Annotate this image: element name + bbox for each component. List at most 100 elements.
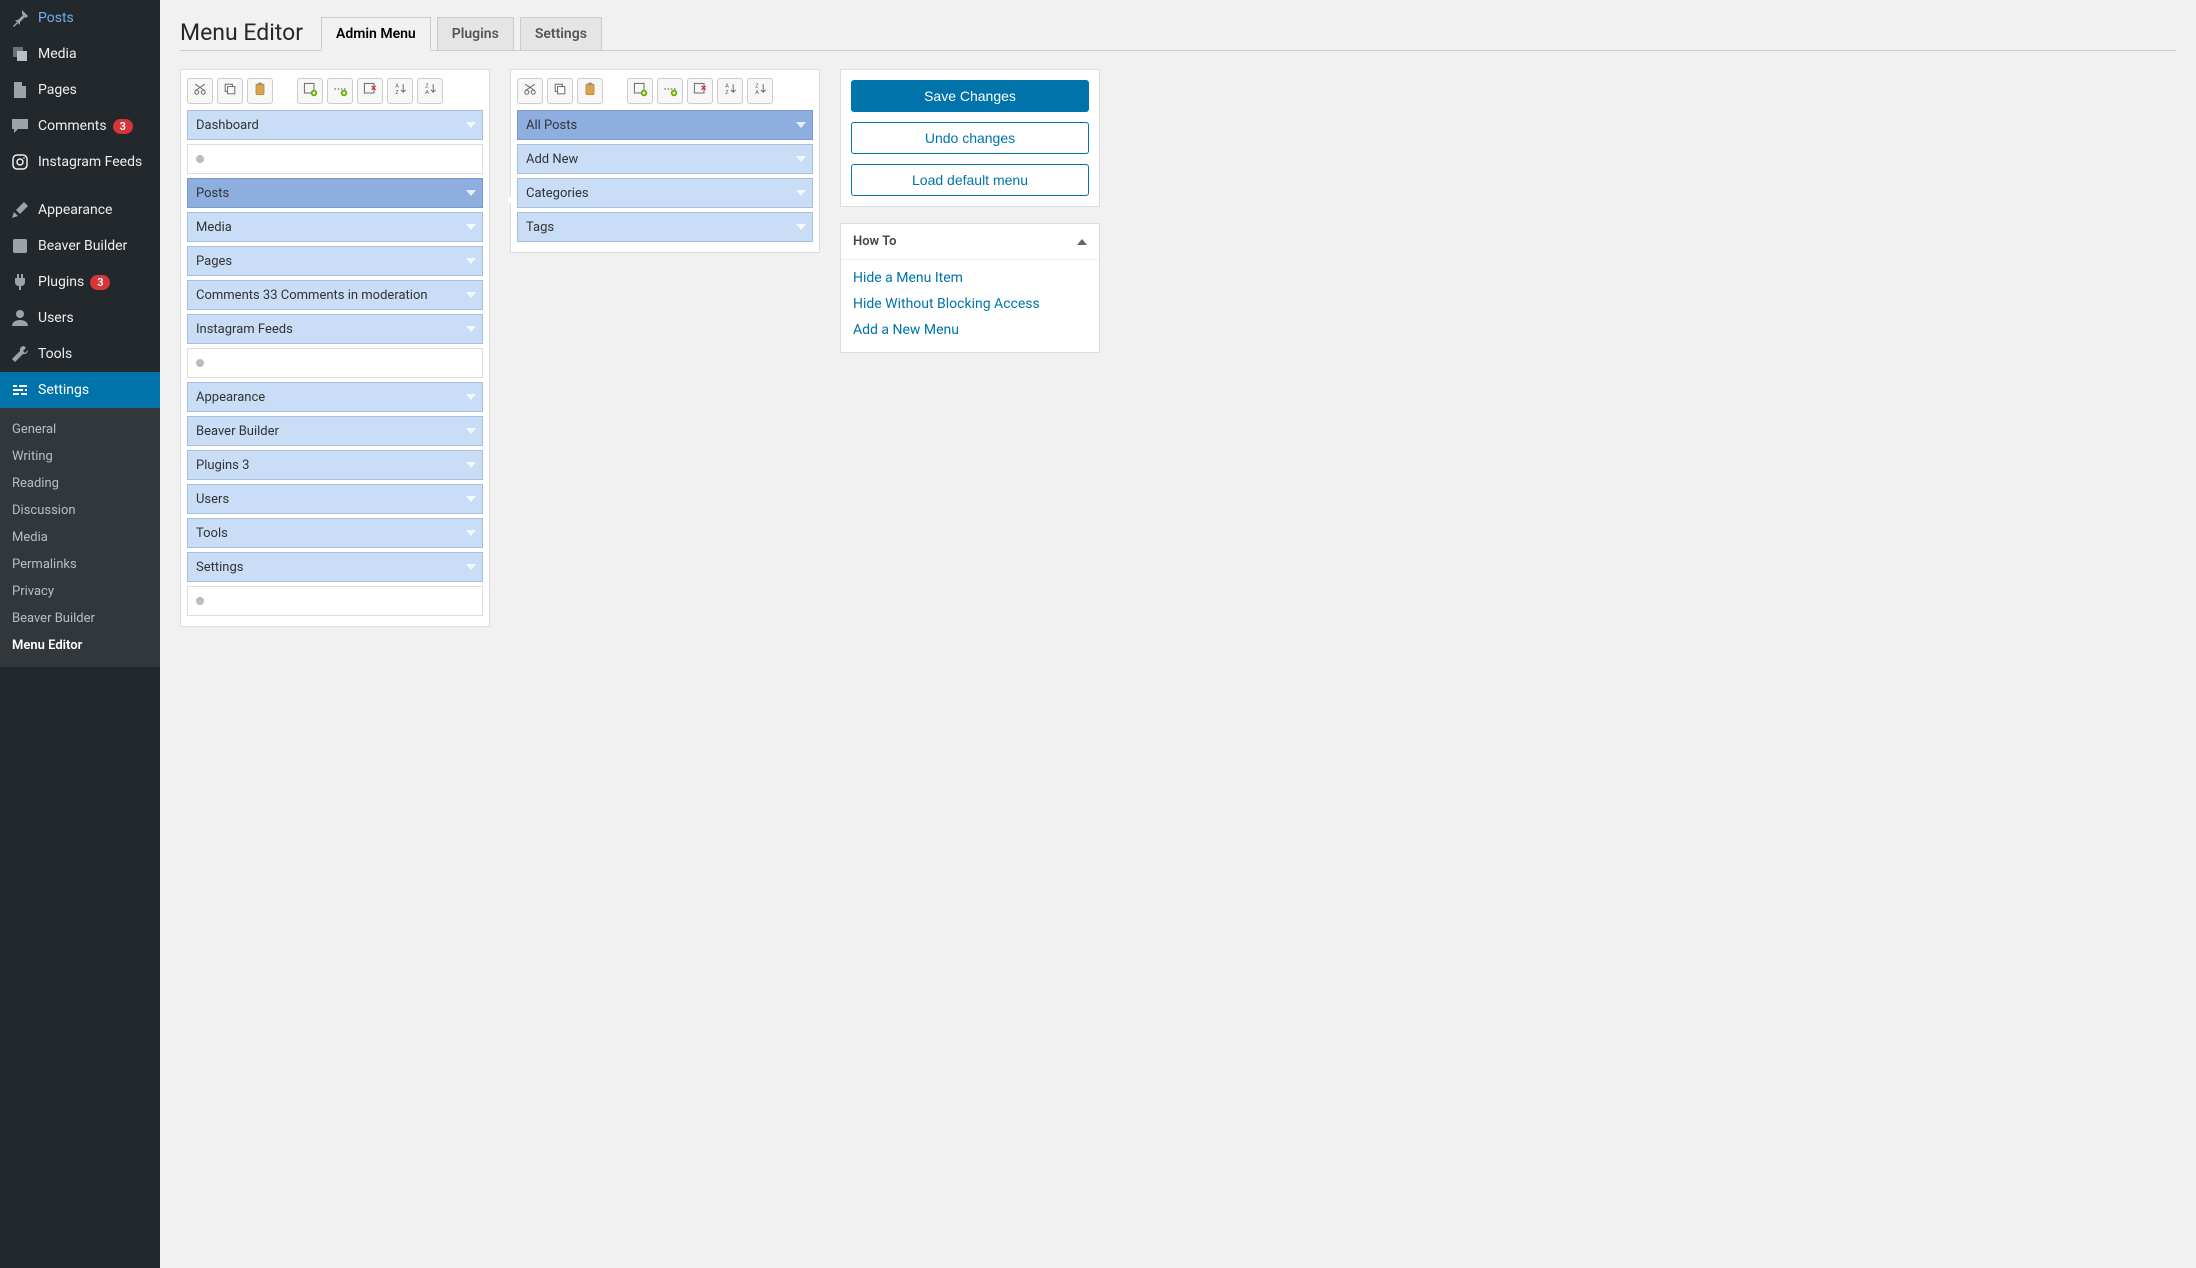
sidebar-item-label: Users bbox=[38, 310, 74, 326]
expand-icon[interactable] bbox=[466, 190, 476, 196]
cut-button[interactable] bbox=[517, 78, 543, 104]
menu-item-row[interactable]: All Posts bbox=[517, 110, 813, 140]
undo-changes-button[interactable]: Undo changes bbox=[851, 122, 1089, 154]
delete-button[interactable] bbox=[357, 78, 383, 104]
load-default-menu-button[interactable]: Load default menu bbox=[851, 164, 1089, 196]
menu-separator[interactable] bbox=[187, 586, 483, 616]
menu-item-label: Media bbox=[196, 220, 232, 235]
sort-za-icon: ZA bbox=[752, 81, 768, 101]
copy-button[interactable] bbox=[217, 78, 243, 104]
new-separator-button[interactable] bbox=[327, 78, 353, 104]
expand-icon[interactable] bbox=[466, 564, 476, 570]
menu-item-row[interactable]: Categories bbox=[517, 178, 813, 208]
expand-icon[interactable] bbox=[466, 462, 476, 468]
menu-item-label: Beaver Builder bbox=[196, 424, 279, 439]
sort-az-icon: AZ bbox=[392, 81, 408, 101]
submenu-item-media[interactable]: Media bbox=[0, 524, 160, 551]
menu-item-row[interactable]: Appearance bbox=[187, 382, 483, 412]
pin-icon bbox=[10, 8, 30, 28]
menu-item-label: Add New bbox=[526, 152, 578, 167]
menu-item-label: Users bbox=[196, 492, 229, 507]
paste-button[interactable] bbox=[247, 78, 273, 104]
expand-icon[interactable] bbox=[466, 122, 476, 128]
expand-icon[interactable] bbox=[466, 258, 476, 264]
menu-item-label: Settings bbox=[196, 560, 243, 575]
sidebar-item-posts[interactable]: Posts bbox=[0, 0, 160, 36]
sidebar-item-instagram-feeds[interactable]: Instagram Feeds bbox=[0, 144, 160, 180]
new-separator-icon bbox=[332, 81, 348, 101]
sidebar-item-pages[interactable]: Pages bbox=[0, 72, 160, 108]
expand-icon[interactable] bbox=[466, 326, 476, 332]
tab-settings[interactable]: Settings bbox=[520, 17, 602, 51]
save-changes-button[interactable]: Save Changes bbox=[851, 80, 1089, 112]
tab-plugins[interactable]: Plugins bbox=[437, 17, 514, 51]
menu-item-row[interactable]: Plugins 3 bbox=[187, 450, 483, 480]
paste-icon bbox=[252, 81, 268, 101]
submenu-item-general[interactable]: General bbox=[0, 416, 160, 443]
pages-icon bbox=[10, 80, 30, 100]
new-separator-button[interactable] bbox=[657, 78, 683, 104]
sidebar-item-tools[interactable]: Tools bbox=[0, 336, 160, 372]
actions-box: Save Changes Undo changes Load default m… bbox=[840, 69, 1100, 207]
sidebar-item-settings[interactable]: Settings bbox=[0, 372, 160, 408]
expand-icon[interactable] bbox=[796, 190, 806, 196]
sidebar-item-users[interactable]: Users bbox=[0, 300, 160, 336]
submenu-item-privacy[interactable]: Privacy bbox=[0, 578, 160, 605]
new-menu-button[interactable] bbox=[297, 78, 323, 104]
copy-button[interactable] bbox=[547, 78, 573, 104]
submenu-item-beaver-builder[interactable]: Beaver Builder bbox=[0, 605, 160, 632]
expand-icon[interactable] bbox=[466, 428, 476, 434]
sidebar-item-appearance[interactable]: Appearance bbox=[0, 192, 160, 228]
sidebar-item-media[interactable]: Media bbox=[0, 36, 160, 72]
sidebar-item-plugins[interactable]: Plugins3 bbox=[0, 264, 160, 300]
svg-text:A: A bbox=[725, 83, 729, 89]
expand-icon[interactable] bbox=[796, 224, 806, 230]
expand-icon[interactable] bbox=[796, 156, 806, 162]
expand-icon[interactable] bbox=[466, 224, 476, 230]
submenu-item-permalinks[interactable]: Permalinks bbox=[0, 551, 160, 578]
sidebar-item-label: Tools bbox=[38, 346, 72, 362]
menu-item-row[interactable]: Tools bbox=[187, 518, 483, 548]
delete-button[interactable] bbox=[687, 78, 713, 104]
expand-icon[interactable] bbox=[796, 122, 806, 128]
sidebar-item-comments[interactable]: Comments3 bbox=[0, 108, 160, 144]
menu-item-row[interactable]: Media bbox=[187, 212, 483, 242]
menu-item-row[interactable]: Pages bbox=[187, 246, 483, 276]
sort-az-button[interactable]: AZ bbox=[717, 78, 743, 104]
menu-item-row[interactable]: Instagram Feeds bbox=[187, 314, 483, 344]
sort-az-button[interactable]: AZ bbox=[387, 78, 413, 104]
cut-button[interactable] bbox=[187, 78, 213, 104]
how-to-link[interactable]: Hide Without Blocking Access bbox=[853, 296, 1087, 312]
copy-icon bbox=[222, 81, 238, 101]
how-to-link[interactable]: Add a New Menu bbox=[853, 322, 1087, 338]
new-menu-button[interactable] bbox=[627, 78, 653, 104]
menu-item-row[interactable]: Users bbox=[187, 484, 483, 514]
sidebar-item-beaver-builder[interactable]: Beaver Builder bbox=[0, 228, 160, 264]
menu-item-row[interactable]: Dashboard bbox=[187, 110, 483, 140]
menu-separator[interactable] bbox=[187, 144, 483, 174]
how-to-toggle[interactable]: How To bbox=[841, 224, 1099, 260]
user-icon bbox=[10, 308, 30, 328]
expand-icon[interactable] bbox=[466, 394, 476, 400]
wrench-icon bbox=[10, 344, 30, 364]
menu-item-row[interactable]: Tags bbox=[517, 212, 813, 242]
expand-icon[interactable] bbox=[466, 292, 476, 298]
menu-separator[interactable] bbox=[187, 348, 483, 378]
submenu-item-menu-editor[interactable]: Menu Editor bbox=[0, 632, 160, 659]
how-to-link[interactable]: Hide a Menu Item bbox=[853, 270, 1087, 286]
paste-button[interactable] bbox=[577, 78, 603, 104]
menu-item-row[interactable]: Add New bbox=[517, 144, 813, 174]
tab-admin-menu[interactable]: Admin Menu bbox=[321, 17, 431, 51]
menu-item-row[interactable]: Comments 33 Comments in moderation bbox=[187, 280, 483, 310]
submenu-item-writing[interactable]: Writing bbox=[0, 443, 160, 470]
submenu-item-discussion[interactable]: Discussion bbox=[0, 497, 160, 524]
cut-icon bbox=[522, 81, 538, 101]
menu-item-row[interactable]: Beaver Builder bbox=[187, 416, 483, 446]
menu-item-row[interactable]: Posts bbox=[187, 178, 483, 208]
submenu-item-reading[interactable]: Reading bbox=[0, 470, 160, 497]
expand-icon[interactable] bbox=[466, 530, 476, 536]
sort-za-button[interactable]: ZA bbox=[747, 78, 773, 104]
expand-icon[interactable] bbox=[466, 496, 476, 502]
sort-za-button[interactable]: ZA bbox=[417, 78, 443, 104]
menu-item-row[interactable]: Settings bbox=[187, 552, 483, 582]
